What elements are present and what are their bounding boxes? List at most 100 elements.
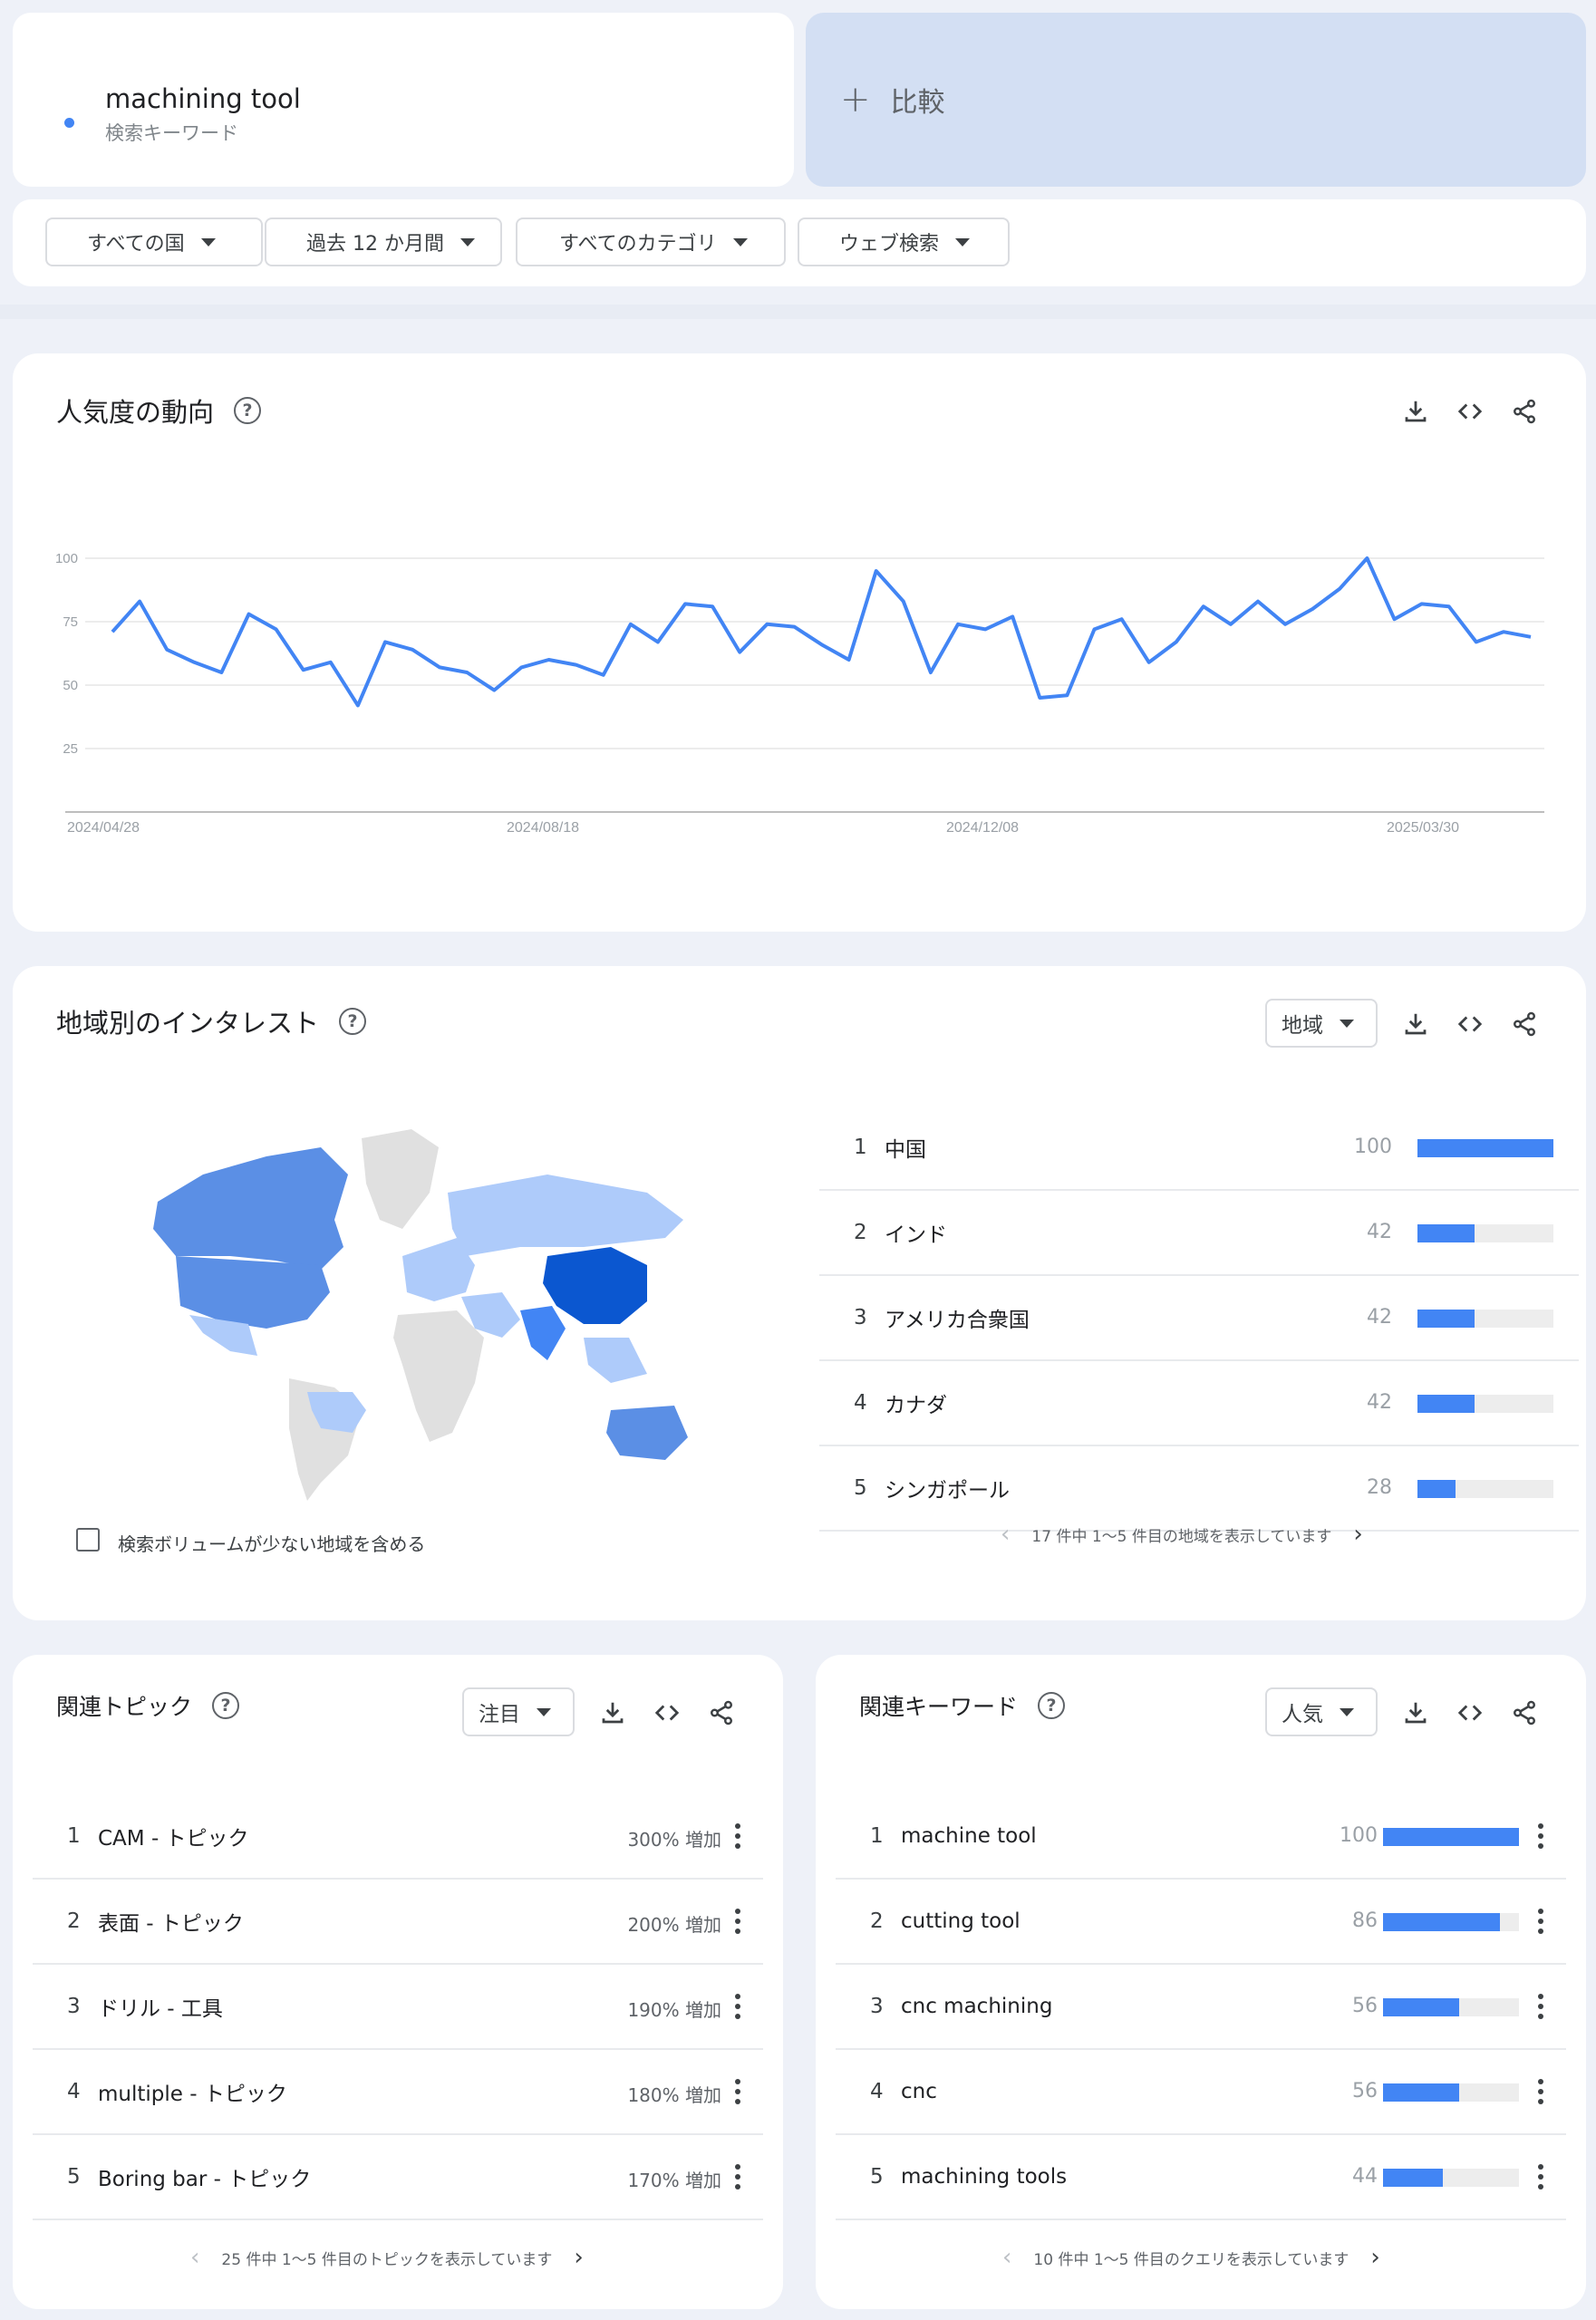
- topic-rank: 3: [67, 1995, 81, 2018]
- region-rank: 5: [854, 1476, 867, 1500]
- filter-category[interactable]: すべてのカテゴリ: [516, 218, 786, 266]
- topic-row[interactable]: 4 multiple - トピック 180% 増加: [33, 2050, 763, 2135]
- region-bar-track: [1417, 1139, 1553, 1157]
- query-bar-fill: [1383, 1828, 1519, 1846]
- search-term-card[interactable]: machining tool 検索キーワード: [13, 13, 794, 187]
- compare-label: 比較: [890, 87, 945, 119]
- more-options-icon[interactable]: [734, 2079, 741, 2104]
- filter-period[interactable]: 過去 12 か月間: [265, 218, 502, 266]
- region-rank: 4: [854, 1391, 867, 1415]
- trend-line-chart[interactable]: 100 75 50 25 2024/04/28 2024/08/18 2024/12/08 2…: [13, 353, 1586, 932]
- dropdown-arrow-icon: [955, 237, 971, 246]
- queries-pager-text: 10 件中 1～5 件目のクエリを表示しています: [1033, 2250, 1349, 2269]
- more-options-icon[interactable]: [1537, 2079, 1544, 2104]
- region-name: シンガポール: [885, 1479, 1010, 1503]
- query-row[interactable]: 1 machine tool 100: [836, 1794, 1566, 1880]
- filter-search-type[interactable]: ウェブ検索: [798, 218, 1010, 266]
- region-row[interactable]: 5 シンガポール 28: [819, 1446, 1579, 1532]
- more-options-icon[interactable]: [1537, 1823, 1544, 1849]
- topic-rank: 1: [67, 1824, 81, 1848]
- region-rank: 1: [854, 1136, 867, 1159]
- query-row[interactable]: 3 cnc machining 56: [836, 1965, 1566, 2050]
- query-row[interactable]: 5 machining tools 44: [836, 2135, 1566, 2220]
- topic-rank: 2: [67, 1909, 81, 1933]
- query-name: machining tools: [901, 2165, 1068, 2189]
- query-bar-track: [1383, 1998, 1519, 2016]
- next-page-icon[interactable]: ›: [1353, 1521, 1362, 1548]
- topic-rank: 5: [67, 2165, 81, 2189]
- region-rank: 3: [854, 1306, 867, 1329]
- topics-pager-text: 25 件中 1～5 件目のトピックを表示しています: [221, 2250, 553, 2269]
- y-tick-label: 100: [55, 551, 78, 566]
- map-india: [520, 1306, 566, 1360]
- map-greenland: [362, 1129, 439, 1229]
- interest-over-time-card: 人気度の動向 ? 100 75 50 25 2024/04/28 2024/08/18 20…: [13, 353, 1586, 932]
- more-options-icon[interactable]: [734, 1909, 741, 1934]
- topics-pager: ‹ 25 件中 1～5 件目のトピックを表示しています ›: [190, 2244, 584, 2271]
- more-options-icon[interactable]: [734, 2164, 741, 2190]
- y-tick-label: 75: [63, 614, 78, 630]
- more-options-icon[interactable]: [1537, 1909, 1544, 1934]
- region-pager: ‹ 17 件中 1～5 件目の地域を表示しています ›: [1001, 1521, 1363, 1548]
- plus-icon: +: [840, 79, 871, 121]
- query-row[interactable]: 2 cutting tool 86: [836, 1880, 1566, 1965]
- more-options-icon[interactable]: [1537, 2164, 1544, 2190]
- filter-category-label: すべてのカテゴリ: [559, 233, 717, 256]
- region-rank: 2: [854, 1221, 867, 1244]
- region-bar-fill: [1417, 1310, 1475, 1328]
- topic-row[interactable]: 2 表面 - トピック 200% 増加: [33, 1880, 763, 1965]
- region-row[interactable]: 1 中国 100: [819, 1106, 1579, 1191]
- query-name: machine tool: [901, 1824, 1037, 1848]
- help-icon[interactable]: ?: [339, 1008, 367, 1035]
- map-canada: [153, 1147, 348, 1270]
- region-bar-fill: [1417, 1480, 1456, 1498]
- topic-row[interactable]: 5 Boring bar - トピック 170% 増加: [33, 2135, 763, 2220]
- query-name: cnc: [901, 2080, 937, 2103]
- search-term[interactable]: machining tool: [105, 83, 301, 114]
- region-row[interactable]: 3 アメリカ合衆国 42: [819, 1276, 1579, 1361]
- queries-pager: ‹ 10 件中 1～5 件目のクエリを表示しています ›: [1002, 2244, 1380, 2271]
- topic-row[interactable]: 3 ドリル - 工具 190% 増加: [33, 1965, 763, 2050]
- topic-row[interactable]: 1 CAM - トピック 300% 増加: [33, 1794, 763, 1880]
- query-bar-fill: [1383, 2083, 1459, 2102]
- query-rank: 2: [870, 1909, 884, 1933]
- query-bar-track: [1383, 1913, 1519, 1931]
- prev-page-icon[interactable]: ‹: [190, 2244, 199, 2271]
- compare-button[interactable]: + 比較: [806, 13, 1586, 187]
- more-options-icon[interactable]: [734, 1994, 741, 2019]
- topic-name: multiple - トピック: [98, 2083, 287, 2106]
- more-options-icon[interactable]: [734, 1823, 741, 1849]
- next-page-icon[interactable]: ›: [574, 2244, 583, 2271]
- dropdown-arrow-icon: [200, 237, 216, 246]
- topic-name: Boring bar - トピック: [98, 2168, 312, 2191]
- query-row[interactable]: 4 cnc 56: [836, 2050, 1566, 2135]
- query-rank: 5: [870, 2165, 884, 2189]
- x-tick-label: 2024/04/28: [67, 820, 140, 836]
- region-bar-track: [1417, 1224, 1553, 1242]
- region-bar-track: [1417, 1480, 1553, 1498]
- more-options-icon[interactable]: [1537, 1994, 1544, 2019]
- prev-page-icon[interactable]: ‹: [1001, 1521, 1010, 1548]
- query-rank: 1: [870, 1824, 884, 1848]
- region-row[interactable]: 4 カナダ 42: [819, 1361, 1579, 1446]
- low-volume-checkbox-label: 検索ボリュームが少ない地域を含める: [118, 1533, 426, 1555]
- world-map[interactable]: [140, 1120, 720, 1501]
- query-value: 44: [1352, 2165, 1378, 2188]
- topic-name: 表面 - トピック: [98, 1912, 244, 1936]
- geo-title: 地域別のインタレスト: [56, 1008, 320, 1039]
- geo-title-wrap: 地域別のインタレスト ?: [56, 1002, 367, 1040]
- y-tick-label: 25: [63, 741, 78, 757]
- region-pager-text: 17 件中 1～5 件目の地域を表示しています: [1031, 1527, 1332, 1546]
- region-value: 42: [1367, 1391, 1392, 1414]
- map-russia: [448, 1174, 683, 1256]
- next-page-icon[interactable]: ›: [1370, 2244, 1379, 2271]
- low-volume-checkbox[interactable]: [76, 1528, 100, 1552]
- prev-page-icon[interactable]: ‹: [1002, 2244, 1011, 2271]
- region-bar-track: [1417, 1310, 1553, 1328]
- map-africa: [393, 1310, 484, 1442]
- query-value: 86: [1352, 1909, 1378, 1932]
- filter-country[interactable]: すべての国: [45, 218, 263, 266]
- interest-by-region-card: 地域別のインタレスト ? 地域 検索ボリュームが少ない地域を含める 1 中国 100…: [13, 966, 1586, 1620]
- region-row[interactable]: 2 インド 42: [819, 1191, 1579, 1276]
- filters-bar: すべての国 過去 12 か月間 すべてのカテゴリ ウェブ検索: [13, 199, 1586, 286]
